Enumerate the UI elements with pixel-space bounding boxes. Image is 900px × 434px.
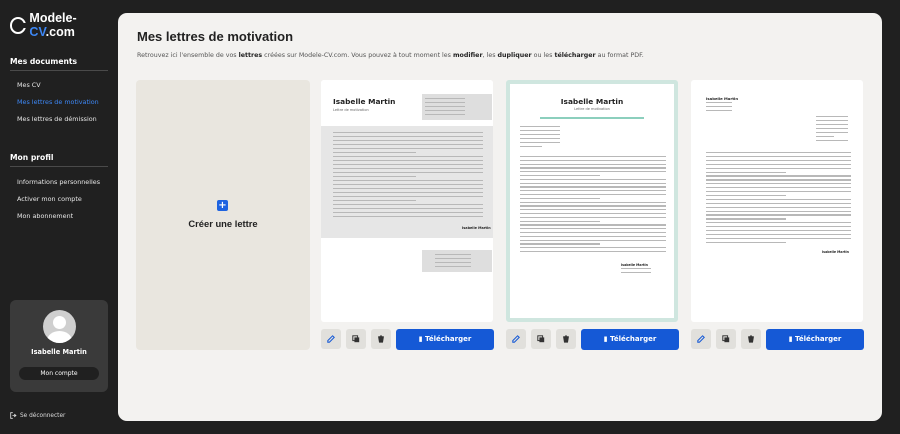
account-button[interactable]: Mon compte — [19, 367, 99, 380]
create-letter-card[interactable]: + Créer une lettre — [136, 80, 310, 350]
profile-heading: Mon profil — [10, 153, 108, 167]
create-letter-label: Créer une lettre — [188, 218, 258, 229]
letter-2-subtitle: Lettre de motivation — [574, 107, 610, 111]
logo[interactable]: Modele-CV.com — [10, 11, 118, 39]
letter-2-signature: Isabelle Martin — [621, 263, 648, 267]
letter-1-subtitle: Lettre de motivation — [333, 108, 369, 112]
logout-link[interactable]: Se déconnecter — [10, 412, 65, 419]
logo-c-icon — [10, 16, 28, 34]
edit-button-2[interactable] — [506, 329, 526, 349]
duplicate-button-1[interactable] — [346, 329, 366, 349]
plus-icon: + — [217, 200, 228, 211]
nav-informations-personnelles[interactable]: Informations personnelles — [17, 178, 100, 186]
download-button-1[interactable]: ▮ Télécharger — [396, 329, 494, 350]
edit-button-3[interactable] — [691, 329, 711, 349]
trash-icon — [748, 335, 754, 343]
sidebar: Modele-CV.com Mes documents Mes CV Mes l… — [0, 0, 118, 434]
download-button-3[interactable]: ▮ Télécharger — [766, 329, 864, 350]
letter-preview-1[interactable]: Isabelle Martin Lettre de motivation Isa… — [321, 80, 493, 322]
avatar-icon — [43, 310, 76, 343]
delete-button-1[interactable] — [371, 329, 391, 349]
duplicate-button-3[interactable] — [716, 329, 736, 349]
trash-icon — [378, 335, 384, 343]
letter-2-name: Isabelle Martin — [560, 97, 624, 106]
trash-icon — [563, 335, 569, 343]
edit-button-1[interactable] — [321, 329, 341, 349]
nav-activer-compte[interactable]: Activer mon compte — [17, 195, 82, 203]
main-panel: Mes lettres de motivation Retrouvez ici … — [118, 13, 882, 421]
letter-3-name: Isabelle Martin — [706, 96, 739, 101]
edit-icon — [697, 335, 705, 343]
delete-button-3[interactable] — [741, 329, 761, 349]
page-title: Mes lettres de motivation — [137, 29, 294, 44]
delete-button-2[interactable] — [556, 329, 576, 349]
page-subtitle: Retrouvez ici l'ensemble de vos lettres … — [137, 52, 644, 59]
logo-text: Modele-CV.com — [29, 11, 77, 39]
duplicate-icon — [352, 335, 360, 343]
duplicate-button-2[interactable] — [531, 329, 551, 349]
download-button-2[interactable]: ▮ Télécharger — [581, 329, 679, 350]
letter-3-signature: Isabelle Martin — [822, 250, 849, 254]
letter-preview-3[interactable]: Isabelle Martin Isabelle Martin — [691, 80, 863, 322]
edit-icon — [512, 335, 520, 343]
letter-1-name: Isabelle Martin — [333, 97, 396, 106]
letter-preview-2[interactable]: Isabelle Martin Lettre de motivation Isa… — [506, 80, 678, 322]
letter-1-signature: Isabelle Martin — [462, 226, 491, 230]
logout-icon — [10, 412, 17, 419]
profile-card: Isabelle Martin Mon compte — [10, 300, 108, 392]
profile-name: Isabelle Martin — [31, 348, 87, 356]
nav-abonnement[interactable]: Mon abonnement — [17, 212, 73, 220]
nav-lettres-demission[interactable]: Mes lettres de démission — [17, 115, 97, 123]
nav-lettres-motivation[interactable]: Mes lettres de motivation — [17, 98, 99, 106]
duplicate-icon — [722, 335, 730, 343]
edit-icon — [327, 335, 335, 343]
nav-mes-cv[interactable]: Mes CV — [17, 81, 41, 89]
documents-heading: Mes documents — [10, 57, 108, 71]
duplicate-icon — [537, 335, 545, 343]
